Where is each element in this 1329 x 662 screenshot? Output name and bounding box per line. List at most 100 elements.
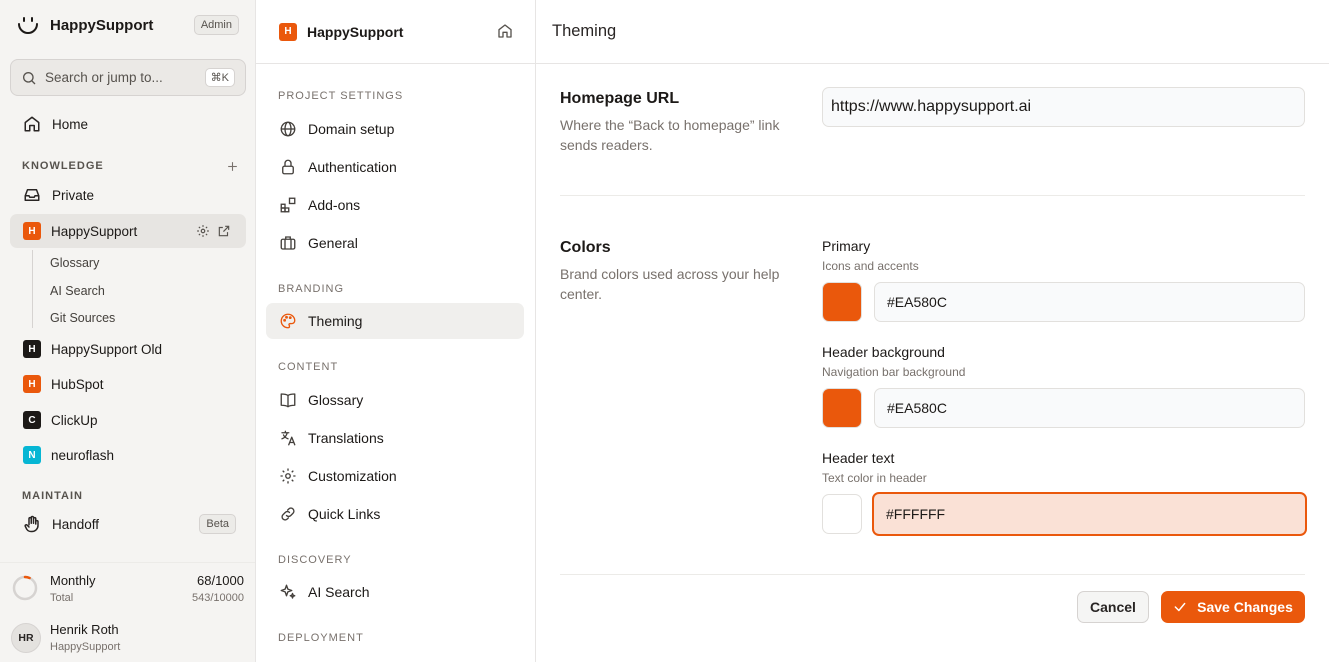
nav-item-label: Theming	[308, 313, 363, 329]
colors-description: Brand colors used across your help cente…	[560, 266, 780, 302]
cancel-button[interactable]: Cancel	[1077, 591, 1149, 623]
sidebar-item-label: HubSpot	[51, 376, 104, 392]
maintain-section-heading: MAINTAIN	[22, 490, 83, 502]
main-header: Theming	[536, 0, 1329, 64]
sidebar-item-private[interactable]: Private	[10, 178, 246, 212]
inbox-icon	[22, 185, 42, 205]
brand-row: HappySupport Admin	[16, 12, 239, 38]
project-badge: H	[23, 375, 41, 393]
header-background-input[interactable]: #EA580C	[874, 388, 1305, 428]
project-badge: H	[23, 222, 41, 240]
project-badge: H	[279, 22, 297, 41]
sidebar-item-home[interactable]: Home	[10, 107, 246, 141]
sidebar-item-handoff[interactable]: Handoff Beta	[10, 507, 246, 541]
nav-item-translations[interactable]: Translations	[266, 420, 524, 456]
nav-item-ai-search[interactable]: AI Search	[266, 574, 524, 610]
nav-item-authentication[interactable]: Authentication	[266, 149, 524, 185]
header-text-swatch[interactable]	[822, 494, 862, 534]
nav-item-label: AI Search	[308, 584, 370, 600]
avatar[interactable]: HR	[11, 623, 41, 653]
sidebar-footer: Monthly 68/1000 Total 543/10000 HR Henri…	[0, 562, 255, 662]
briefcase-icon	[278, 233, 298, 253]
homepage-url-description: Where the “Back to homepage” link sends …	[560, 117, 780, 153]
sidebar-item-label: Home	[52, 116, 89, 132]
user-name[interactable]: Henrik Roth	[50, 622, 119, 637]
sidebar-subitem-git-sources[interactable]: Git Sources	[50, 311, 115, 325]
lock-icon	[278, 157, 298, 177]
gear-icon[interactable]	[196, 224, 210, 238]
nav-item-label: Customization	[308, 468, 397, 484]
nav-item-glossary[interactable]: Glossary	[266, 382, 524, 418]
section-divider	[560, 195, 1305, 196]
usage-label: Monthly	[50, 573, 96, 588]
usage-progress-ring	[12, 575, 38, 601]
search-icon	[23, 71, 36, 84]
project-nav-header: H HappySupport	[256, 0, 535, 64]
header-background-swatch[interactable]	[822, 388, 862, 428]
nav-item-label: Glossary	[308, 392, 364, 408]
save-button-label: Save Changes	[1197, 599, 1293, 615]
header-background-hint: Navigation bar background	[822, 365, 966, 379]
link-icon	[278, 504, 298, 524]
brand-name[interactable]: HappySupport	[50, 17, 153, 34]
content-heading: CONTENT	[278, 361, 339, 373]
main-content: Theming Homepage URL Where the “Back to …	[536, 0, 1329, 662]
nav-item-general[interactable]: General	[266, 225, 524, 261]
sidebar-item-label: ClickUp	[51, 412, 98, 428]
home-icon[interactable]	[497, 23, 513, 39]
nav-item-customization[interactable]: Customization	[266, 458, 524, 494]
sidebar-item-label: HappySupport	[51, 223, 138, 239]
search-shortcut-badge: ⌘K	[204, 68, 235, 87]
sidebar-project-happysupport-old[interactable]: H HappySupport Old	[10, 332, 246, 366]
nav-item-addons[interactable]: Add-ons	[266, 187, 524, 223]
branding-heading: BRANDING	[278, 283, 345, 295]
plus-icon[interactable]	[226, 160, 239, 173]
palette-icon	[278, 311, 298, 331]
search-placeholder: Search or jump to...	[45, 70, 163, 85]
sidebar-item-label: Handoff	[52, 516, 100, 532]
save-changes-button[interactable]: Save Changes	[1161, 591, 1305, 623]
nav-item-domain-setup[interactable]: Domain setup	[266, 111, 524, 147]
usage-total-label: Total	[50, 592, 74, 604]
header-text-hint: Text color in header	[822, 471, 927, 485]
sidebar-subitem-glossary[interactable]: Glossary	[50, 256, 99, 270]
header-text-input[interactable]: #FFFFFF	[872, 492, 1307, 536]
colors-title: Colors	[560, 239, 611, 256]
blocks-icon	[278, 195, 298, 215]
nav-item-label: Domain setup	[308, 121, 395, 137]
deployment-heading: DEPLOYMENT	[278, 632, 364, 644]
external-link-icon[interactable]	[217, 224, 231, 238]
left-sidebar: HappySupport Admin Search or jump to... …	[0, 0, 256, 662]
nav-item-label: Authentication	[308, 159, 397, 175]
globe-icon	[278, 119, 298, 139]
section-divider	[560, 574, 1305, 575]
sidebar-project-hubspot[interactable]: H HubSpot	[10, 367, 246, 401]
primary-color-swatch[interactable]	[822, 282, 862, 322]
header-text-label: Header text	[822, 450, 895, 466]
sidebar-project-happysupport[interactable]: H HappySupport	[10, 214, 246, 248]
sidebar-project-clickup[interactable]: C ClickUp	[10, 403, 246, 437]
translate-icon	[278, 428, 298, 448]
usage-value: 68/1000	[197, 573, 244, 588]
beta-badge: Beta	[199, 514, 236, 534]
project-badge: N	[23, 446, 41, 464]
project-settings-heading: PROJECT SETTINGS	[278, 90, 404, 102]
nav-item-theming[interactable]: Theming	[266, 303, 524, 339]
nav-item-label: Add-ons	[308, 197, 361, 213]
sidebar-subitem-ai-search[interactable]: AI Search	[50, 284, 105, 298]
subitems-guide-line	[32, 250, 33, 328]
homepage-url-title: Homepage URL	[560, 90, 680, 107]
primary-color-input[interactable]: #EA580C	[874, 282, 1305, 322]
homepage-url-input[interactable]: https://www.happysupport.ai	[822, 87, 1305, 127]
nav-item-label: Translations	[308, 430, 384, 446]
nav-item-quick-links[interactable]: Quick Links	[266, 496, 524, 532]
project-settings-nav: H HappySupport PROJECT SETTINGS Domain s…	[256, 0, 536, 662]
search-input[interactable]: Search or jump to... ⌘K	[10, 59, 246, 96]
knowledge-section-heading: KNOWLEDGE	[22, 160, 104, 172]
hand-icon	[22, 514, 42, 534]
nav-item-label: General	[308, 235, 358, 251]
primary-color-label: Primary	[822, 238, 871, 254]
header-background-label: Header background	[822, 344, 945, 360]
sidebar-project-neuroflash[interactable]: N neuroflash	[10, 438, 246, 472]
sidebar-item-label: HappySupport Old	[51, 341, 163, 357]
